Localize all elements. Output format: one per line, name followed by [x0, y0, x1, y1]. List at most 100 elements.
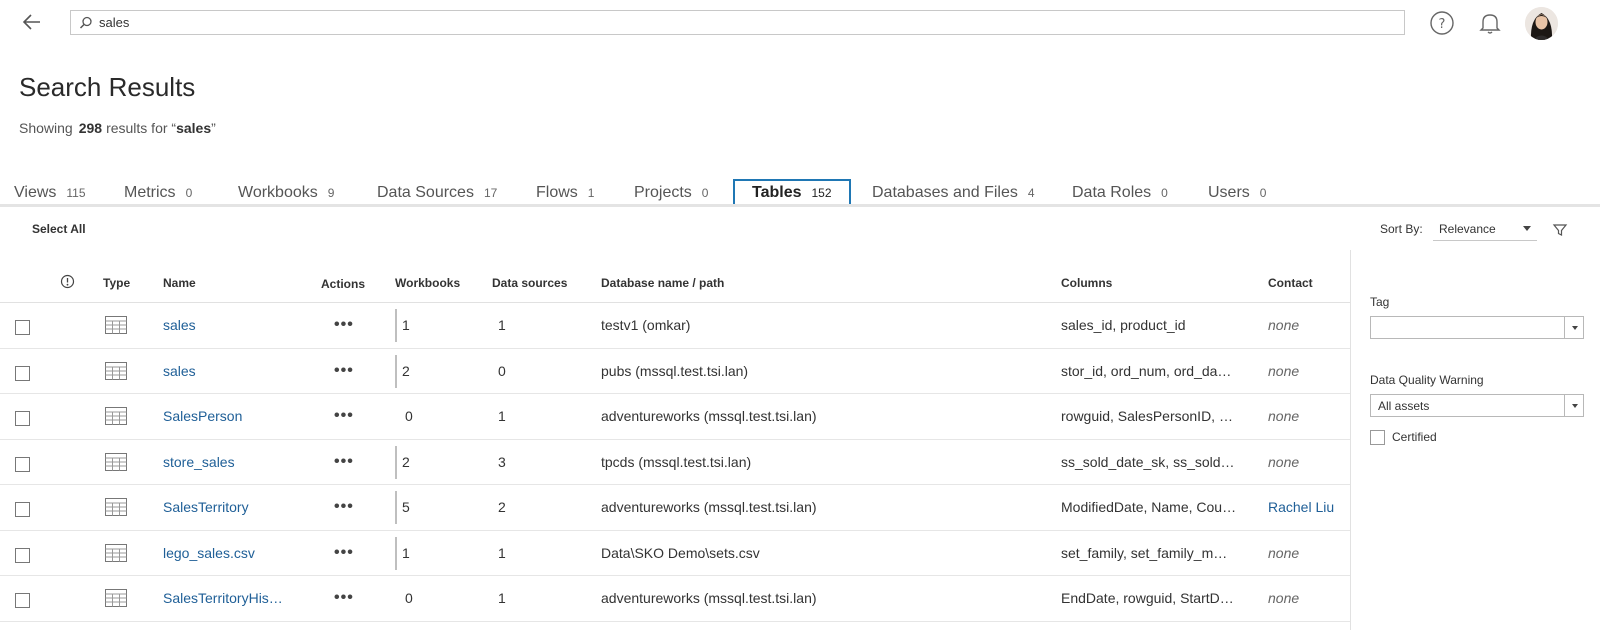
row-checkbox[interactable]: [15, 593, 30, 608]
tab-databases-and-files[interactable]: Databases and Files 4: [872, 180, 1035, 206]
tab-users[interactable]: Users 0: [1208, 180, 1266, 206]
column-header-workbooks[interactable]: Workbooks: [395, 276, 460, 290]
column-header-database[interactable]: Database name / path: [601, 276, 724, 290]
row-checkbox[interactable]: [15, 502, 30, 517]
table-name-link[interactable]: SalesPerson: [163, 408, 242, 424]
tab-flows[interactable]: Flows 1: [536, 180, 594, 206]
row-checkbox[interactable]: [15, 411, 30, 426]
row-checkbox[interactable]: [15, 365, 30, 381]
user-avatar[interactable]: [1525, 7, 1558, 40]
more-actions-button[interactable]: •••: [334, 407, 354, 425]
workbooks-count: 2: [395, 445, 425, 479]
page-title: Search Results: [19, 72, 196, 102]
table-type-icon: [105, 452, 127, 471]
notifications-bell-icon[interactable]: [1477, 10, 1503, 36]
table-name-link[interactable]: SalesTerritoryHis…: [163, 590, 283, 606]
chevron-down-icon: [1572, 404, 1578, 408]
tab-data-sources[interactable]: Data Sources 17: [377, 180, 497, 206]
table-type-icon: [105, 361, 127, 380]
table-header: Type Name Actions Workbooks Data sources…: [0, 262, 1350, 303]
database-path: adventureworks (mssql.test.tsi.lan): [601, 590, 817, 606]
contact-value: none: [1268, 408, 1300, 424]
more-actions-button[interactable]: •••: [334, 544, 354, 562]
columns-list: ModifiedDate, Name, Cou…: [1061, 499, 1237, 515]
database-path: adventureworks (mssql.test.tsi.lan): [601, 499, 817, 515]
svg-text:?: ?: [1439, 17, 1446, 32]
results-table: Type Name Actions Workbooks Data sources…: [0, 262, 1350, 622]
table-type-icon: [105, 498, 127, 516]
table-row[interactable]: sales ••• 2 0 pubs (mssql.test.tsi.lan) stor_…: [0, 349, 1350, 394]
table-row[interactable]: sales ••• 1 1 testv1 (omkar) sales_id, produc…: [0, 303, 1350, 349]
tab-metrics[interactable]: Metrics 0: [124, 180, 192, 206]
search-box[interactable]: [70, 10, 1405, 35]
column-header-type[interactable]: Type: [103, 276, 130, 290]
table-row[interactable]: lego_sales.csv ••• 1 1 Data\SKO Demo\sets.cs…: [0, 531, 1350, 576]
search-icon: [78, 15, 94, 31]
more-actions-button[interactable]: •••: [334, 589, 354, 607]
table-row[interactable]: SalesTerritoryHis… ••• 0 1 adventureworks (m…: [0, 576, 1350, 622]
workbooks-count: 2: [395, 354, 425, 388]
sort-by-label: Sort By:: [1380, 222, 1423, 236]
data-sources-count: 1: [498, 408, 506, 424]
table-name-link[interactable]: sales: [163, 363, 196, 379]
row-checkbox[interactable]: [15, 547, 30, 563]
column-header-data-sources[interactable]: Data sources: [492, 276, 567, 290]
contact-value: none: [1268, 453, 1300, 470]
column-header-columns: Columns: [1061, 276, 1113, 290]
data-quality-warning-select[interactable]: All assets: [1370, 394, 1584, 417]
columns-list: rowguid, SalesPersonID, …: [1061, 408, 1233, 424]
select-all-button[interactable]: Select All: [32, 222, 86, 236]
workbooks-count: 1: [395, 536, 425, 570]
table-name-link[interactable]: SalesTerritory: [163, 499, 249, 515]
tabs-divider: [0, 204, 1600, 207]
table-row[interactable]: SalesTerritory ••• 5 2 adventureworks (mssql…: [0, 485, 1350, 531]
chevron-down-icon: [1572, 326, 1578, 330]
column-header-contact[interactable]: Contact: [1268, 276, 1313, 290]
search-input[interactable]: [99, 11, 1389, 34]
data-quality-warning-icon[interactable]: [60, 274, 75, 292]
tab-workbooks[interactable]: Workbooks 9: [238, 180, 334, 206]
column-header-name[interactable]: Name: [163, 276, 196, 290]
table-row[interactable]: SalesPerson ••• 0 1 adventureworks (mssql.te…: [0, 394, 1350, 440]
columns-list: ss_sold_date_sk, ss_sold…: [1061, 453, 1235, 470]
more-actions-button[interactable]: •••: [334, 362, 354, 380]
data-sources-count: 3: [498, 453, 506, 470]
panel-divider: [1350, 250, 1351, 630]
more-actions-button[interactable]: •••: [334, 498, 354, 516]
columns-list: set_family, set_family_m…: [1061, 544, 1228, 561]
chevron-down-icon: [1523, 226, 1531, 231]
tab-tables[interactable]: Tables 152: [733, 179, 851, 207]
contact-value: none: [1268, 317, 1300, 333]
tag-filter-select[interactable]: [1370, 316, 1584, 339]
database-path: adventureworks (mssql.test.tsi.lan): [601, 408, 817, 424]
workbooks-count: 0: [405, 408, 413, 424]
more-actions-button[interactable]: •••: [334, 453, 354, 471]
tab-views[interactable]: Views 115: [14, 180, 86, 206]
contact-value[interactable]: Rachel Liu: [1268, 499, 1334, 515]
row-checkbox[interactable]: [15, 320, 30, 335]
search-term: sales: [176, 120, 212, 136]
help-icon[interactable]: ?: [1429, 10, 1455, 36]
workbooks-count: 5: [395, 491, 425, 524]
database-path: pubs (mssql.test.tsi.lan): [601, 362, 749, 379]
back-arrow-icon[interactable]: [20, 9, 46, 35]
row-checkbox[interactable]: [15, 456, 30, 472]
contact-value: none: [1268, 362, 1300, 379]
table-row[interactable]: store_sales ••• 2 3 tpcds (mssql.test.tsi.la…: [0, 440, 1350, 485]
tab-projects[interactable]: Projects 0: [634, 180, 708, 206]
results-count: 298: [78, 120, 103, 136]
table-name-link[interactable]: store_sales: [163, 454, 235, 470]
contact-value: none: [1268, 590, 1300, 606]
more-actions-button[interactable]: •••: [334, 316, 354, 334]
tab-data-roles[interactable]: Data Roles 0: [1072, 180, 1168, 206]
sort-by-select[interactable]: Relevance: [1433, 217, 1537, 241]
table-name-link[interactable]: lego_sales.csv: [163, 545, 255, 561]
certified-checkbox[interactable]: [1370, 430, 1385, 445]
data-sources-count: 1: [498, 590, 506, 606]
workbooks-count: 1: [395, 309, 425, 342]
data-sources-count: 1: [498, 544, 506, 561]
filter-icon[interactable]: [1552, 222, 1568, 238]
table-name-link[interactable]: sales: [163, 317, 196, 333]
data-sources-count: 1: [498, 317, 506, 333]
database-path: tpcds (mssql.test.tsi.lan): [601, 453, 752, 470]
